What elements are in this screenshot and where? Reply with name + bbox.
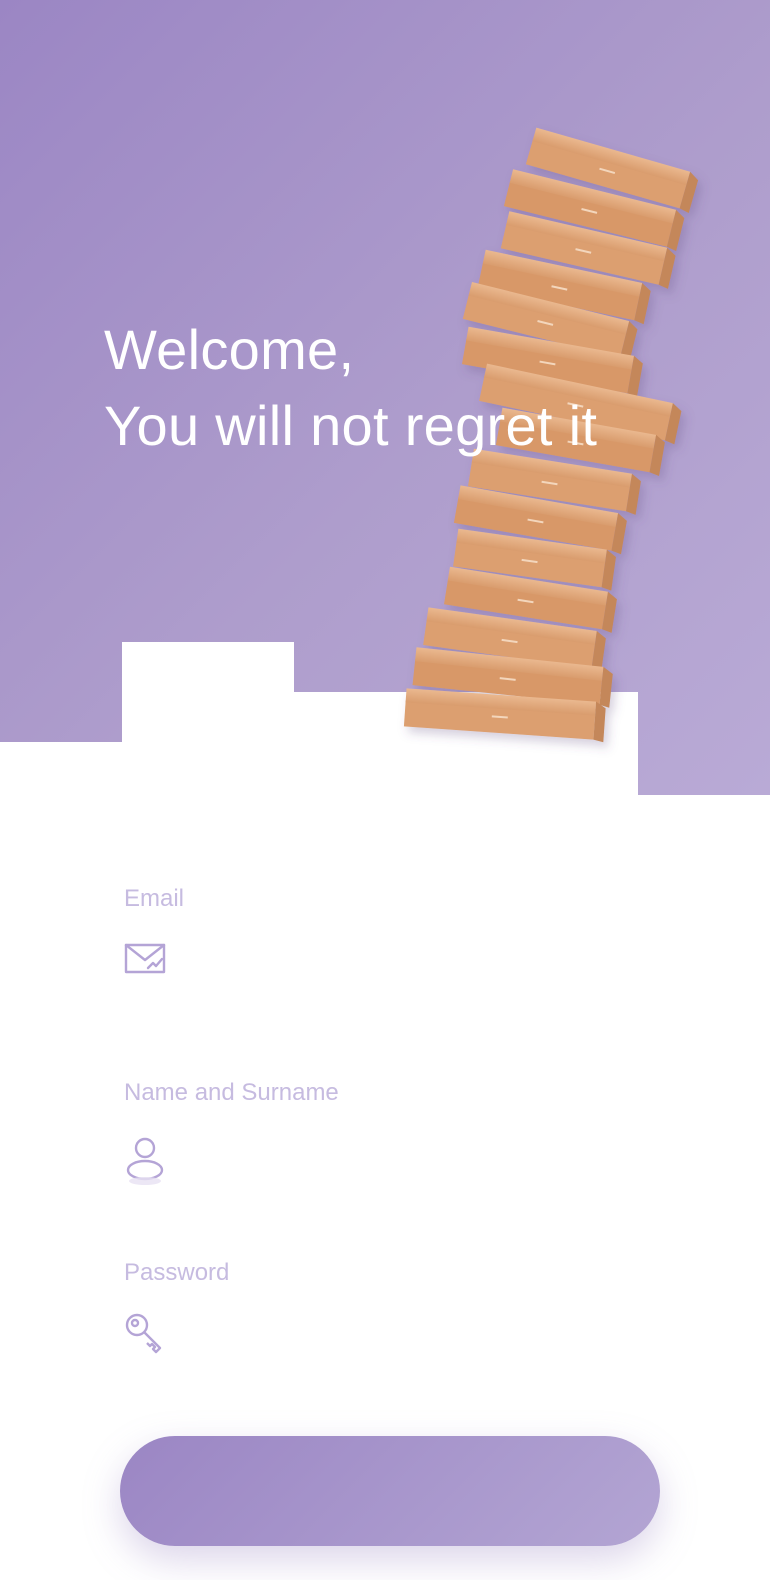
name-label: Name and Surname (124, 1079, 339, 1106)
headline-line-1: Welcome, (104, 318, 355, 381)
hero-cutout (122, 642, 294, 802)
email-field-group: Email (124, 884, 644, 982)
password-field-group: Password (124, 1258, 644, 1356)
email-input[interactable] (124, 936, 644, 982)
welcome-headline: Welcome, You will not regret it (104, 312, 597, 464)
submit-button[interactable] (120, 1436, 660, 1546)
password-input[interactable] (124, 1310, 644, 1356)
hero-cutout (0, 742, 122, 802)
password-label: Password (124, 1259, 230, 1286)
name-field-group: Name and Surname (124, 1078, 644, 1185)
email-label: Email (124, 885, 185, 912)
name-input[interactable] (124, 1136, 644, 1182)
headline-line-2: You will not regret it (104, 394, 598, 457)
